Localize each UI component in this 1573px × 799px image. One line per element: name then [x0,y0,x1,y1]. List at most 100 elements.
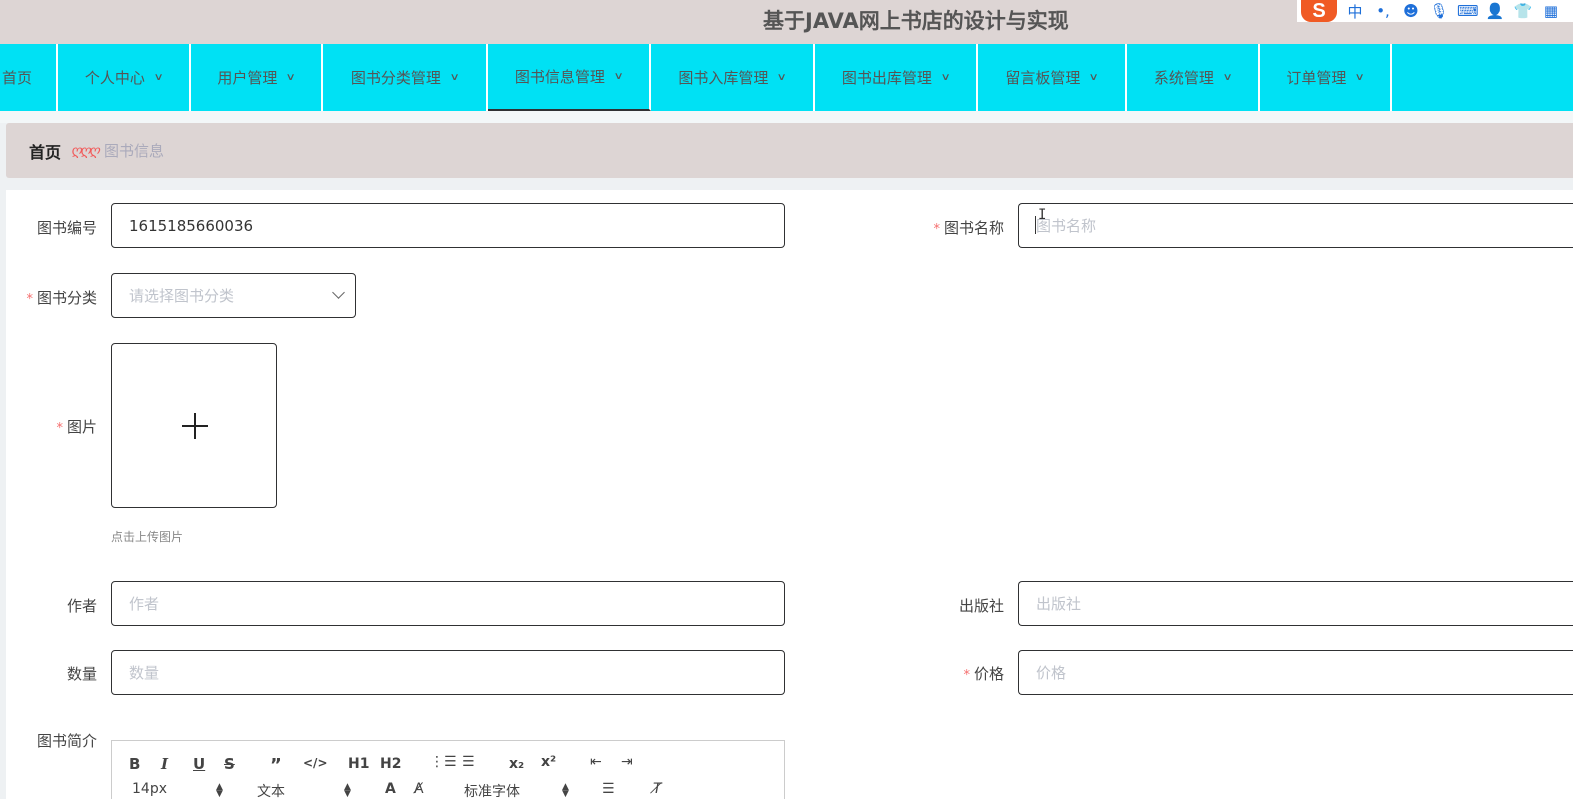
price-placeholder: 价格 [1036,664,1067,682]
microphone-icon[interactable]: 🎙 [1429,2,1449,20]
code-block-button[interactable]: </> [303,756,328,770]
required-mark: * [26,292,33,307]
punctuation-toggle[interactable]: •, [1373,2,1393,20]
quantity-label: 数量 [0,663,97,684]
main-nav: 首页 个人中心 ∨ 用户管理 ∨ 图书分类管理 ∨ 图书信息管理 ∨ 图书入库管理 ∨ 图… [0,44,1573,111]
updown-icon: ▲ ▼ [562,782,569,799]
nav-item-user-management[interactable]: 用户管理 ∨ [191,44,323,111]
chevron-down-icon: ∨ [1354,72,1366,83]
bullet-list-icon[interactable]: ☰ [462,754,475,770]
font-size-select[interactable]: 14px [132,781,167,797]
breadcrumb-separator: ღღღ [71,142,100,159]
outdent-icon[interactable]: ⇤ [590,754,602,770]
nav-label: 个人中心 [84,69,145,87]
shirt-icon[interactable]: 👕 [1513,2,1533,20]
chevron-down-icon: ∨ [940,72,951,83]
nav-item-book-info-management[interactable]: 图书信息管理 ∨ [488,44,651,111]
required-mark: * [963,668,970,683]
user-icon[interactable]: 👤 [1485,2,1505,20]
plus-icon-vertical [194,413,196,439]
book-no-label: 图书编号 [0,217,97,238]
bold-button[interactable]: B [129,755,140,773]
category-label: * 图书分类 [0,287,97,308]
rich-text-editor: B I U S ” </> H1 H2 ⋮☰ ☰ x₂ x² ⇤ ⇥ 14px … [111,740,785,799]
chevron-down-icon: ∨ [1088,72,1100,83]
quantity-input[interactable]: 数量 [111,650,785,695]
clear-format-icon[interactable]: T̸ [653,781,662,797]
nav-item-category-management[interactable]: 图书分类管理 ∨ [323,44,488,111]
updown-icon: ▲ ▼ [216,782,223,799]
image-label: * 图片 [0,416,97,437]
nav-label: 首页 [2,69,33,87]
nav-item-system-management[interactable]: 系统管理 ∨ [1127,44,1260,111]
chevron-down-icon: ∨ [776,72,788,83]
ime-toolbar: S 中 •, ☻ 🎙 ⌨ 👤 👕 ▦ [1297,0,1573,22]
nav-label: 用户管理 [217,69,278,87]
breadcrumb: 首页 ღღღ 图书信息 [6,123,1573,178]
upload-tip: 点击上传图片 [111,530,184,544]
ime-mode-toggle[interactable]: 中 [1345,1,1365,22]
updown-icon: ▲ ▼ [344,782,351,799]
image-upload-box[interactable] [111,343,277,508]
nav-item-personal-center[interactable]: 个人中心 ∨ [58,44,191,111]
italic-button[interactable]: I [161,755,168,773]
nav-item-order-management[interactable]: 订单管理 ∨ [1260,44,1392,111]
publisher-placeholder: 出版社 [1036,595,1082,613]
nav-gap [0,111,1573,123]
align-icon[interactable]: ☰ [602,781,615,797]
category-select[interactable]: 请选择图书分类 [111,273,356,318]
nav-item-message-board-management[interactable]: 留言板管理 ∨ [978,44,1127,111]
book-name-input[interactable]: 图书名称 [1018,203,1573,248]
blockquote-button[interactable]: ” [270,755,282,776]
font-family-select[interactable]: 标准字体 [464,781,520,799]
nav-label: 图书入库管理 [678,69,769,87]
form-panel: 图书编号 1615185660036 * 图书名称 图书名称 I * 图书分类 请选… [6,190,1573,799]
quantity-placeholder: 数量 [129,664,160,682]
label-text: 图书简介 [36,732,97,750]
author-input[interactable]: 作者 [111,581,785,626]
publisher-input[interactable]: 出版社 [1018,581,1573,626]
ibeam-cursor-icon: I [1038,207,1047,223]
category-placeholder: 请选择图书分类 [129,287,235,305]
block-format-select[interactable]: 文本 [257,781,285,799]
chevron-down-icon: ∨ [153,72,164,83]
label-text: 数量 [66,665,97,683]
nav-item-stock-out-management[interactable]: 图书出库管理 ∨ [815,44,978,111]
breadcrumb-home[interactable]: 首页 [29,139,61,163]
font-color-icon[interactable]: A [385,781,396,797]
price-input[interactable]: 价格 [1018,650,1573,695]
background-color-icon[interactable]: A̸ [414,781,424,797]
book-no-value: 1615185660036 [129,216,254,235]
grid-icon[interactable]: ▦ [1541,2,1561,20]
nav-label: 系统管理 [1153,69,1214,87]
chevron-down-icon: ∨ [613,71,624,82]
label-text: 作者 [66,597,97,615]
indent-icon[interactable]: ⇥ [621,754,633,770]
text-caret [1035,216,1036,234]
superscript-button[interactable]: x² [541,754,556,770]
label-text: 图片 [66,418,97,436]
nav-item-stock-in-management[interactable]: 图书入库管理 ∨ [651,44,815,111]
title-bar: 基于JAVA网上书店的设计与实现 S 中 •, ☻ 🎙 ⌨ 👤 👕 ▦ [0,0,1573,44]
intro-label: 图书简介 [0,730,97,751]
nav-label: 图书分类管理 [350,69,441,87]
heading2-button[interactable]: H2 [380,756,401,772]
underline-button[interactable]: U [193,755,205,773]
keyboard-icon[interactable]: ⌨ [1457,2,1479,20]
app-title: 基于JAVA网上书店的设计与实现 [763,9,1069,33]
chevron-down-icon: ∨ [285,72,297,83]
price-label: * 价格 [884,663,1004,684]
subscript-button[interactable]: x₂ [509,756,524,772]
ordered-list-icon[interactable]: ⋮☰ [430,754,457,770]
label-text: 图书名称 [943,219,1004,237]
sogou-logo-icon[interactable]: S [1301,0,1337,22]
author-label: 作者 [0,595,97,616]
nav-item-home[interactable]: 首页 [0,44,58,111]
required-mark: * [56,421,63,436]
nav-label: 订单管理 [1286,69,1347,87]
book-name-label: * 图书名称 [884,217,1004,238]
book-no-input[interactable]: 1615185660036 [111,203,785,248]
emoji-icon[interactable]: ☻ [1401,2,1421,20]
heading1-button[interactable]: H1 [348,756,369,772]
strike-button[interactable]: S [224,755,235,773]
